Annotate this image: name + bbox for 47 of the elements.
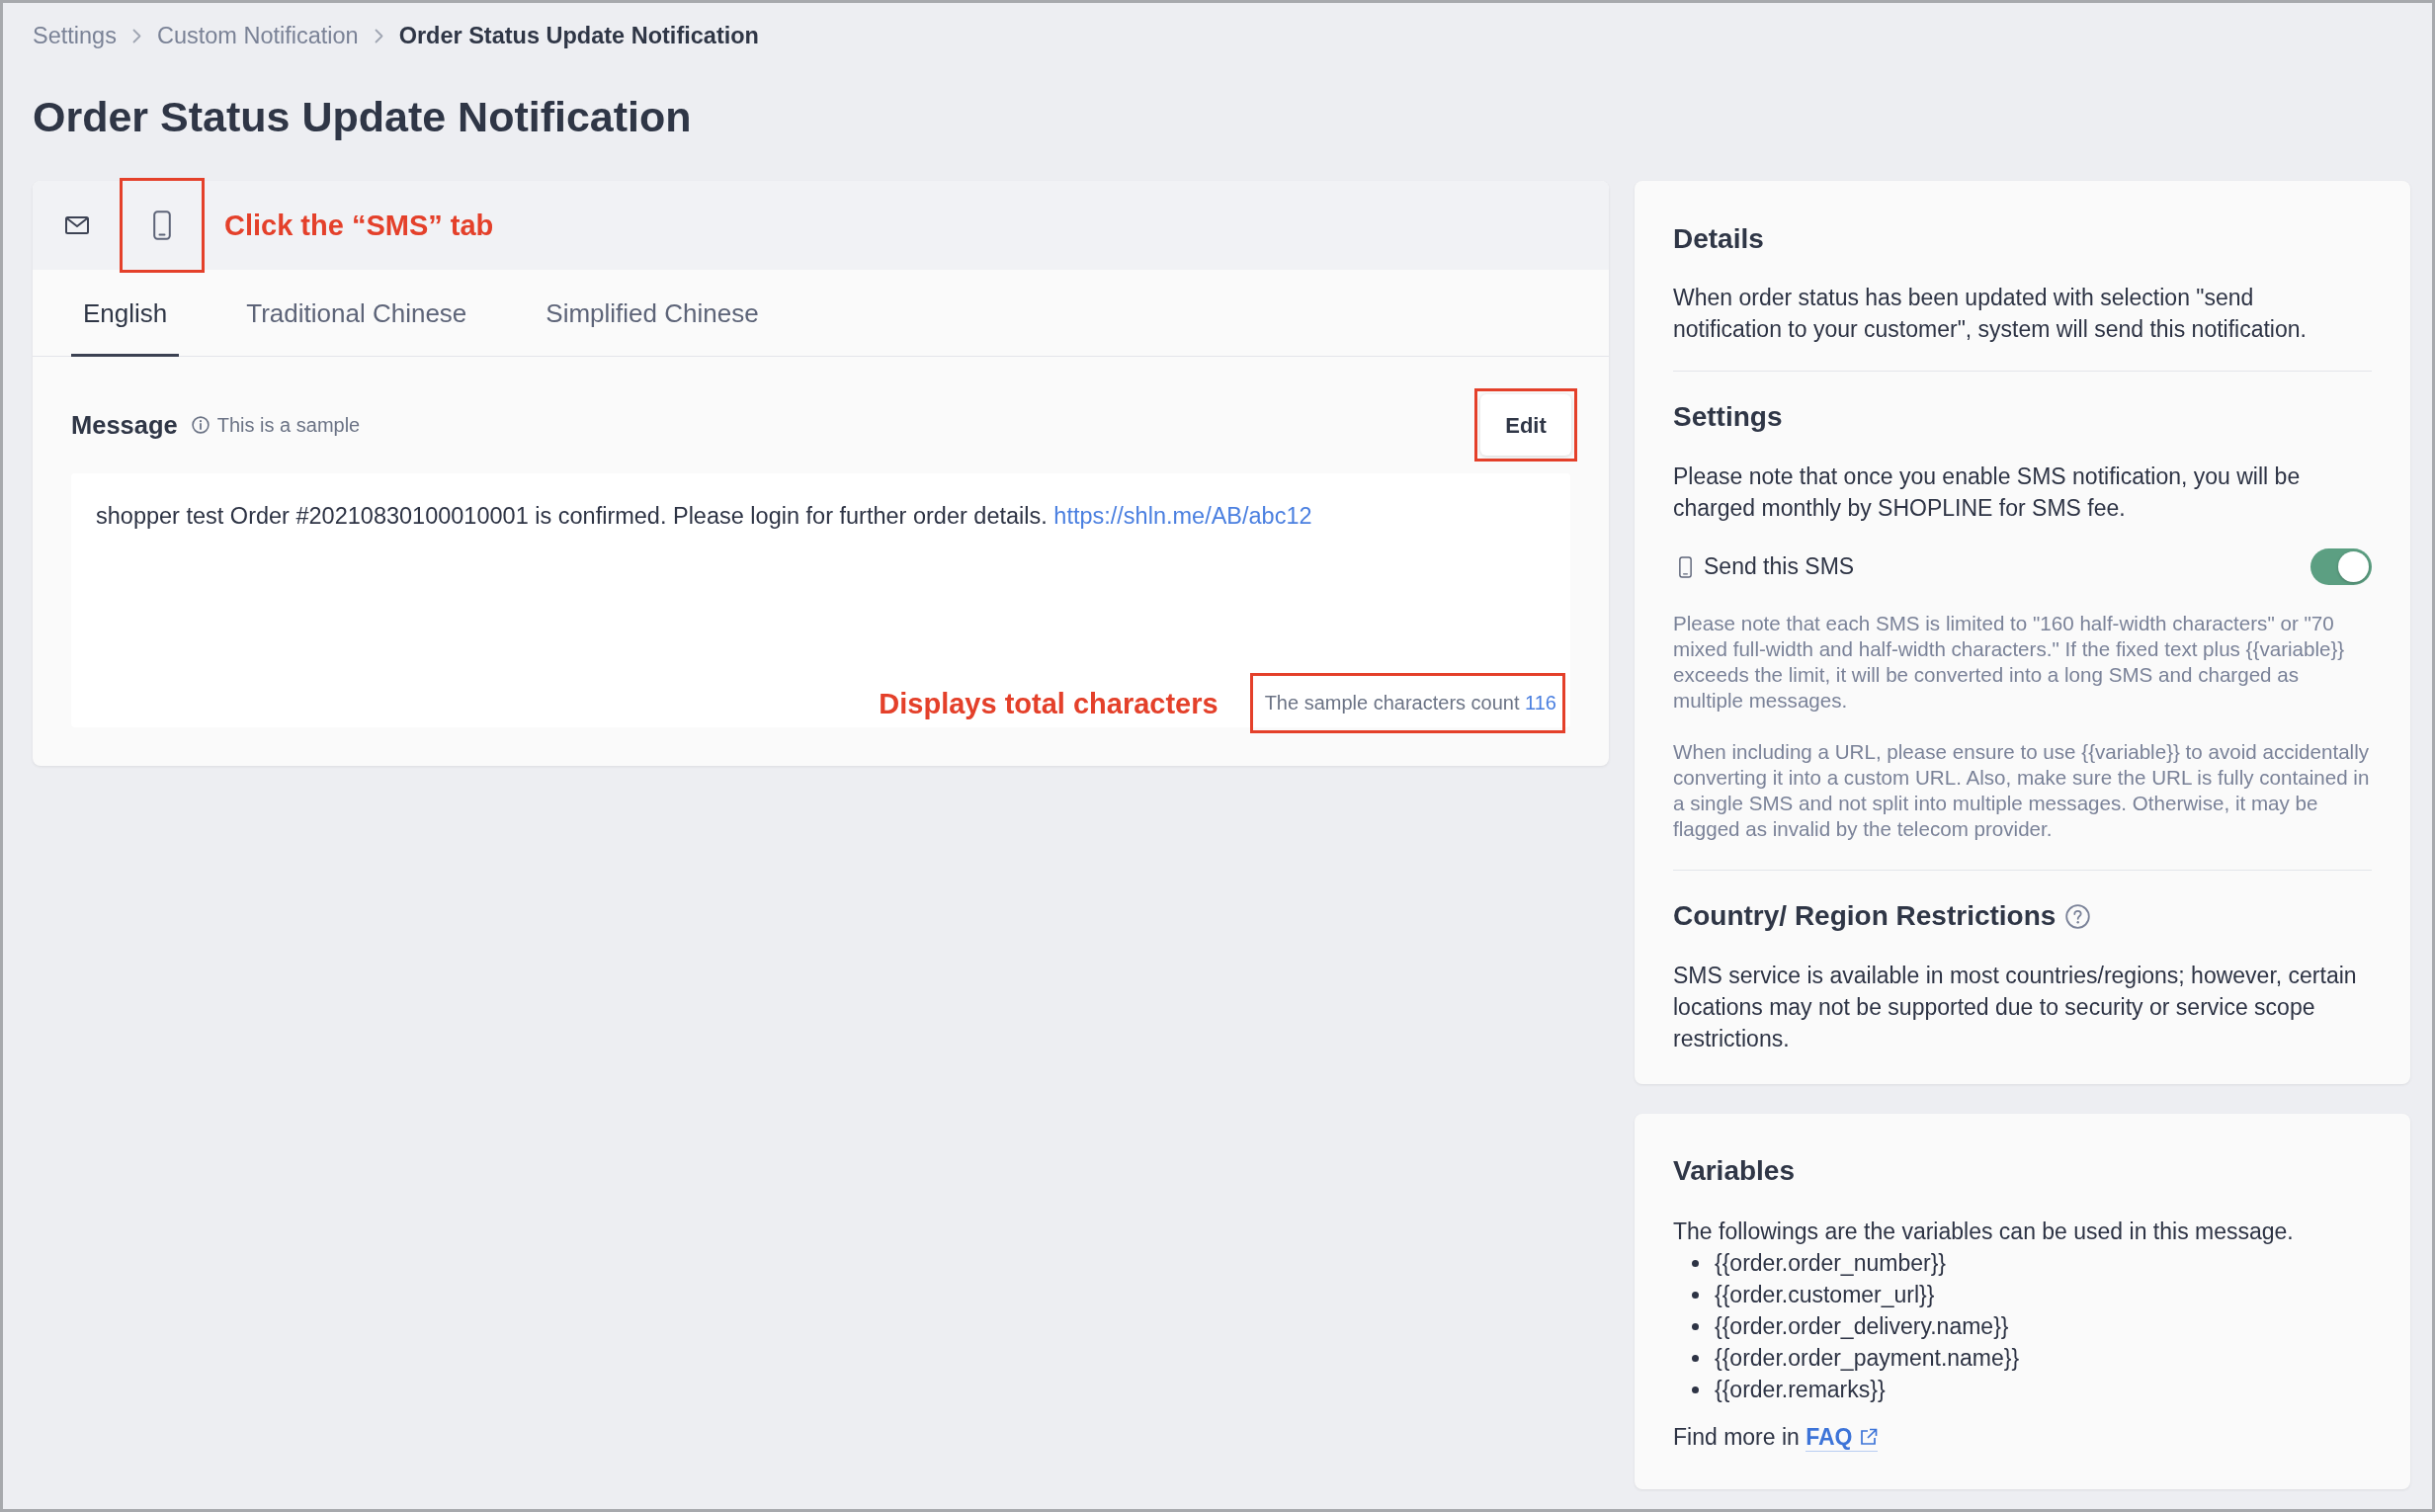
- help-icon: [2065, 903, 2091, 929]
- bullet-icon: [1692, 1322, 1699, 1330]
- message-link[interactable]: https://shln.me/AB/abc12: [1053, 503, 1312, 529]
- section-title: Details: [1673, 222, 1765, 256]
- sms-toggle-label: Send this SMS: [1704, 552, 1855, 582]
- annotation-text: Displays total characters: [879, 686, 1218, 721]
- variable-name: {{order.order_delivery.name}}: [1715, 1312, 2009, 1341]
- info-icon: [191, 416, 210, 434]
- chevron-right-icon: [374, 28, 383, 43]
- section-title: Variables: [1673, 1154, 1796, 1188]
- details-text: When order status has been updated with selection "send notification to your customer", system will send this notification.: [1673, 284, 2308, 344]
- external-link-icon: [1859, 1428, 1878, 1446]
- section-title: Settings: [1673, 400, 1784, 434]
- variable-name: {{order.order_payment.name}}: [1715, 1344, 2020, 1373]
- variables-intro: The followings are the variables can be used in this message.: [1673, 1218, 2295, 1246]
- envelope-icon: [65, 216, 89, 234]
- language-tab[interactable]: Simplified Chinese: [534, 270, 771, 357]
- breadcrumb-item[interactable]: Custom Notification: [156, 21, 359, 50]
- bullet-icon: [1692, 1386, 1699, 1393]
- character-count: The sample characters count 116: [1264, 692, 1556, 714]
- bullet-icon: [1692, 1259, 1699, 1267]
- restrictions-text: SMS service is available in most countries/regions; however, certain locations may not be supported due to security or service scope restrictions.: [1673, 962, 2358, 1053]
- phone-icon: [1679, 555, 1692, 578]
- edit-button[interactable]: Edit: [1480, 394, 1571, 456]
- toggle-switch[interactable]: [2310, 548, 2372, 585]
- language-tab[interactable]: English: [71, 270, 180, 357]
- chevron-right-icon: [131, 28, 141, 43]
- faq-text: Find more in FAQ: [1673, 1421, 2372, 1453]
- faq-link[interactable]: FAQ: [1805, 1423, 1878, 1452]
- note-text: When including a URL, please ensure to use {{variable}} to avoid accidentally converting it into a custom URL. Also, make sure the URL is fully contained in a single SMS and not split into multiple messages. Otherwise, it may be flagged as invalid by the telecom provider.: [1673, 739, 2371, 842]
- page-title: Order Status Update Notification: [33, 92, 693, 141]
- settings-text: Please note that once you enable SMS notification, you will be charged monthly by SHOPLINE for SMS fee.: [1673, 462, 2302, 523]
- phone-icon: [153, 210, 171, 240]
- message-text: shopper test Order #20210830100010001 is confirmed. Please login for further order details. https://shln.me/AB/abc12: [96, 502, 1313, 531]
- variable-name: {{order.remarks}}: [1715, 1376, 1886, 1404]
- variable-name: {{order.order_number}}: [1715, 1249, 1946, 1278]
- hint-text: This is a sample: [216, 413, 361, 438]
- language-tab[interactable]: Traditional Chinese: [234, 270, 479, 357]
- annotation-text: Click the “SMS” tab: [224, 209, 494, 243]
- bullet-icon: [1692, 1291, 1699, 1299]
- message-label: Message: [71, 409, 178, 441]
- breadcrumb-item: Order Status Update Notification: [398, 22, 759, 50]
- note-text: Please note that each SMS is limited to "160 half-width characters" or "70 mixed full-width and half-width characters." If the fixed text plus {{variable}} exceeds the limit, it will be converted into a long SMS and charged as multiple messages.: [1673, 611, 2346, 714]
- variable-name: {{order.customer_url}}: [1715, 1281, 1935, 1309]
- breadcrumb-item[interactable]: Settings: [33, 21, 117, 50]
- section-title: Country/ Region Restrictions: [1673, 899, 2057, 933]
- bullet-icon: [1692, 1354, 1699, 1362]
